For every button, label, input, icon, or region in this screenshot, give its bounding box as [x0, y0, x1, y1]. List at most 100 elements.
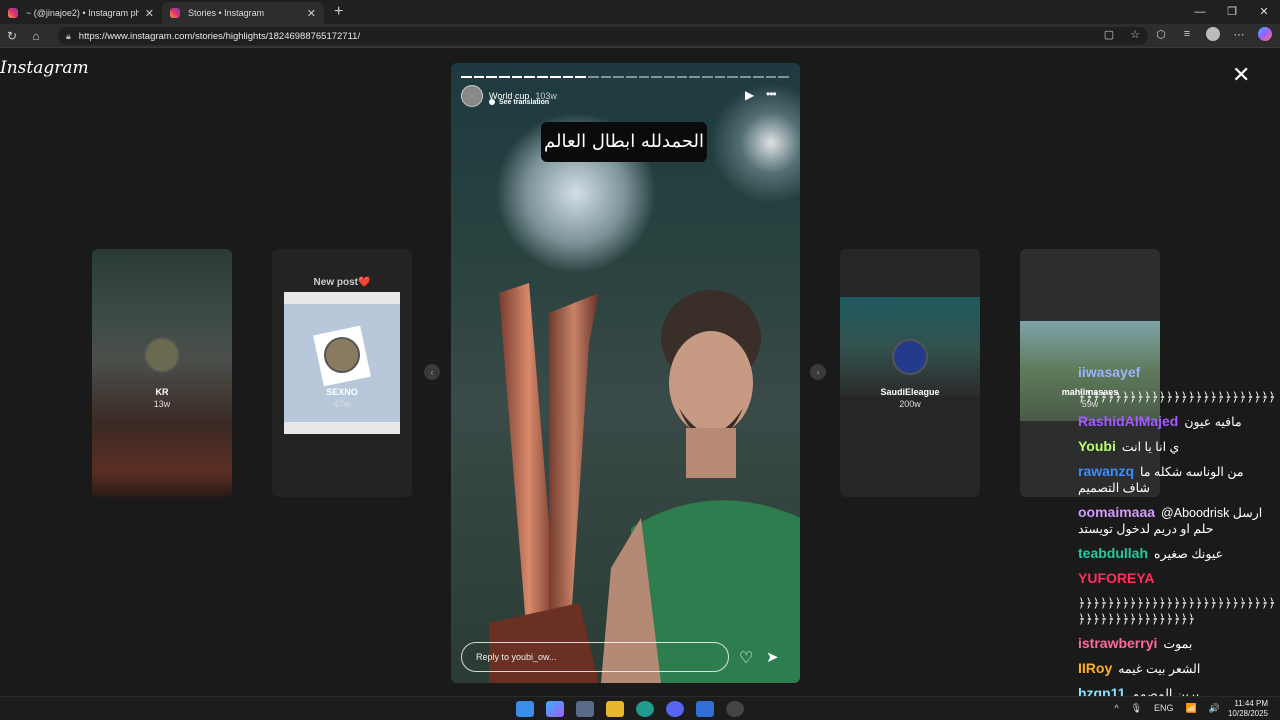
- progress-segment: [778, 76, 789, 78]
- copilot-app-icon[interactable]: [546, 701, 564, 717]
- wifi-icon[interactable]: 📶: [1186, 703, 1197, 714]
- pen-app-icon[interactable]: [696, 701, 714, 717]
- home-icon[interactable]: ⌂: [24, 29, 48, 43]
- side-story-label: SEXNO: [326, 387, 358, 397]
- tab-close-icon[interactable]: ✕: [307, 7, 316, 20]
- progress-segment: [752, 76, 764, 78]
- collections-icon[interactable]: ≡: [1180, 28, 1194, 40]
- new-tab-button[interactable]: +: [334, 3, 343, 21]
- progress-segment: [651, 76, 662, 78]
- side-story-sexno[interactable]: New post❤️ SEXNO 47w: [272, 249, 412, 497]
- chat-username[interactable]: RashidAlMajed: [1078, 413, 1178, 429]
- more-options-icon[interactable]: •••: [766, 87, 777, 101]
- copilot-icon[interactable]: [1258, 27, 1272, 41]
- url-text: https://www.instagram.com/stories/highli…: [78, 30, 361, 42]
- side-story-age: 47w: [333, 399, 351, 409]
- tab-title: ~ (@jinajoe2) • Instagram photos: [26, 8, 139, 18]
- side-story-saudieleague[interactable]: SaudiEleague 200w: [840, 249, 980, 497]
- chat-username[interactable]: oomaimaaa: [1078, 504, 1155, 520]
- side-story-age: 200w: [899, 399, 921, 409]
- language-indicator[interactable]: ENG: [1154, 703, 1174, 714]
- progress-segment: [600, 76, 612, 78]
- volume-icon[interactable]: 🔊: [1209, 703, 1220, 714]
- windows-start-icon[interactable]: [516, 701, 534, 717]
- next-story-button[interactable]: ›: [810, 364, 826, 380]
- discord-icon[interactable]: [666, 701, 684, 717]
- person-image: [601, 290, 800, 683]
- chat-message: IIRoy الشعر بيت غيمه: [1078, 660, 1278, 677]
- edge-browser-icon[interactable]: [636, 701, 654, 717]
- extensions-icon[interactable]: ⬡: [1154, 28, 1168, 41]
- tab-close-icon[interactable]: ✕: [145, 7, 154, 20]
- instagram-favicon-icon: [8, 8, 18, 18]
- close-stories-icon[interactable]: ✕: [1232, 62, 1250, 88]
- clock-time: 11:44 PM: [1234, 699, 1268, 708]
- chat-text: ي انا يا انت: [1121, 440, 1180, 454]
- chat-text: الشعر بيت غيمه: [1118, 662, 1201, 676]
- restore-button[interactable]: ❐: [1216, 0, 1248, 24]
- progress-segment: [486, 76, 498, 78]
- chat-username[interactable]: iiwasayef: [1078, 364, 1140, 380]
- window-controls: — ❐ ✕: [1184, 0, 1280, 24]
- reply-input[interactable]: Reply to youbi_ow...: [461, 642, 729, 672]
- side-story-age: 13w: [153, 399, 171, 409]
- story-avatar: [144, 337, 180, 373]
- file-explorer-icon[interactable]: [606, 701, 624, 717]
- chat-username[interactable]: teabdullah: [1078, 545, 1148, 561]
- clock-date: 10/28/2025: [1227, 709, 1268, 718]
- tab-instagram-profile[interactable]: ~ (@jinajoe2) • Instagram photos ✕: [0, 2, 162, 24]
- reading-view-icon[interactable]: ▢: [1102, 28, 1116, 41]
- taskbar-apps: [516, 701, 744, 717]
- progress-segment: [587, 76, 599, 78]
- progress-segment: [575, 76, 586, 78]
- progress-segment: [638, 76, 650, 78]
- like-heart-icon[interactable]: ♡: [739, 648, 753, 668]
- trophy-image: [489, 283, 599, 683]
- side-story-label: KR: [155, 387, 169, 397]
- progress-segment: [727, 76, 739, 78]
- chat-message: teabdullah عيونك صغيره: [1078, 545, 1278, 562]
- chat-username[interactable]: IIRoy: [1078, 660, 1112, 676]
- chat-username[interactable]: YUFOREYA: [1078, 570, 1155, 586]
- chat-username[interactable]: Youbi: [1078, 438, 1116, 454]
- progress-segment: [499, 76, 510, 78]
- tab-stories[interactable]: Stories • Instagram ✕: [162, 2, 324, 24]
- system-tray: ^ 🎙 ENG 📶 🔊: [1114, 703, 1220, 714]
- progress-segment: [562, 76, 574, 78]
- obs-icon[interactable]: [726, 701, 744, 717]
- active-story[interactable]: World cup 103w See translation ▶ ••• الح…: [451, 63, 800, 683]
- see-translation-link[interactable]: See translation: [489, 99, 549, 106]
- chat-username[interactable]: istrawberryi: [1078, 635, 1157, 651]
- chat-message: istrawberryi بموت: [1078, 635, 1278, 652]
- close-window-button[interactable]: ✕: [1248, 0, 1280, 24]
- chat-message: RashidAlMajed مافيه عيون: [1078, 413, 1278, 430]
- store-icon[interactable]: [576, 701, 594, 717]
- progress-segment: [714, 76, 726, 78]
- profile-avatar-icon[interactable]: [1206, 27, 1220, 41]
- progress-segment: [537, 76, 548, 78]
- system-clock[interactable]: 11:44 PM 10/28/2025: [1228, 699, 1268, 719]
- play-icon[interactable]: ▶: [745, 88, 754, 102]
- instagram-logo[interactable]: Instagram: [0, 58, 89, 78]
- minimize-button[interactable]: —: [1184, 0, 1216, 24]
- chat-text: ﴿﴿﴿﴿﴿﴿﴿﴿﴿﴿﴿﴿﴿﴿﴿﴿﴿﴿﴿﴿﴿﴿﴿﴿﴿﴿﴿ ﴿﴿﴿﴿﴿﴿﴿﴿﴿﴿﴿﴿…: [1078, 596, 1274, 626]
- story-owner-avatar[interactable]: [461, 85, 483, 107]
- refresh-icon[interactable]: ↻: [0, 29, 24, 43]
- side-story-kr[interactable]: KR 13w: [92, 249, 232, 497]
- previous-story-button[interactable]: ‹: [424, 364, 440, 380]
- chat-username[interactable]: rawanzq: [1078, 463, 1134, 479]
- microphone-icon[interactable]: 🎙: [1131, 703, 1142, 714]
- instagram-stories-page: Instagram ✕ KR 13w New post❤️ SEXNO 47w …: [0, 48, 1280, 701]
- chat-message: YUFOREYA: [1078, 570, 1278, 587]
- url-field[interactable]: 🔒︎ https://www.instagram.com/stories/hig…: [58, 27, 1148, 45]
- chat-text: ﴿﴿﴿﴿﴿﴿﴿﴿﴿﴿﴿﴿﴿﴿﴿﴿﴿﴿﴿﴿﴿﴿﴿﴿﴿﴿﴿﴿: [1078, 390, 1274, 404]
- send-icon[interactable]: ➤: [766, 648, 779, 666]
- progress-segment: [549, 76, 561, 78]
- progress-segment: [473, 76, 485, 78]
- story-avatar: [892, 339, 928, 375]
- tray-overflow-icon[interactable]: ^: [1114, 703, 1118, 714]
- progress-segment: [664, 76, 675, 78]
- favorite-star-icon[interactable]: ☆: [1128, 28, 1142, 41]
- progress-segment: [511, 76, 523, 78]
- settings-more-icon[interactable]: ⋯: [1232, 28, 1246, 41]
